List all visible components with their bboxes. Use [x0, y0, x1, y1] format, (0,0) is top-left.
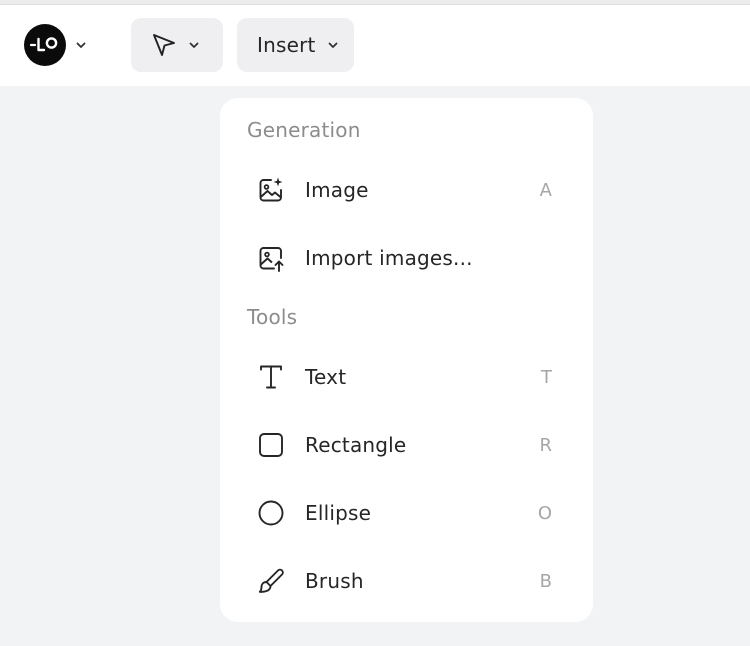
chevron-down-icon — [328, 42, 338, 49]
menu-item-label: Rectangle — [305, 433, 407, 457]
chevron-down-icon — [76, 42, 86, 49]
shortcut-hint: B — [539, 570, 552, 592]
menu-item-label: Text — [305, 365, 347, 389]
menu-item-rectangle[interactable]: Rectangle R — [242, 417, 571, 473]
app-menu-button[interactable] — [24, 24, 86, 66]
cursor-arrow-icon — [151, 32, 177, 58]
image-upload-icon — [257, 244, 285, 272]
rectangle-icon — [257, 431, 285, 459]
menu-item-text[interactable]: Text T — [242, 349, 571, 405]
insert-dropdown-menu: Generation Image A Import images... Tool… — [220, 98, 593, 622]
shortcut-hint: T — [541, 366, 552, 388]
select-tool-button[interactable] — [131, 18, 223, 72]
insert-menu-button[interactable]: Insert — [237, 18, 354, 72]
shortcut-hint: R — [539, 434, 552, 456]
section-title-generation: Generation — [247, 118, 361, 142]
toolbar: Insert — [0, 5, 750, 86]
menu-item-ellipse[interactable]: Ellipse O — [242, 485, 571, 541]
shortcut-hint: A — [539, 179, 552, 201]
menu-item-label: Import images... — [305, 246, 473, 270]
menu-item-label: Image — [305, 178, 369, 202]
insert-label: Insert — [257, 33, 316, 57]
image-sparkle-icon — [257, 176, 285, 204]
menu-item-image[interactable]: Image A — [242, 162, 571, 218]
menu-item-brush[interactable]: Brush B — [242, 553, 571, 609]
chevron-down-icon — [189, 42, 199, 49]
shortcut-hint: O — [537, 502, 552, 524]
section-title-tools: Tools — [247, 305, 298, 329]
app-logo-icon — [24, 24, 66, 66]
menu-item-label: Ellipse — [305, 501, 372, 525]
menu-item-label: Brush — [305, 569, 364, 593]
text-icon — [257, 363, 285, 391]
brush-icon — [257, 567, 285, 595]
menu-item-import-images[interactable]: Import images... — [242, 230, 571, 286]
ellipse-icon — [257, 499, 285, 527]
